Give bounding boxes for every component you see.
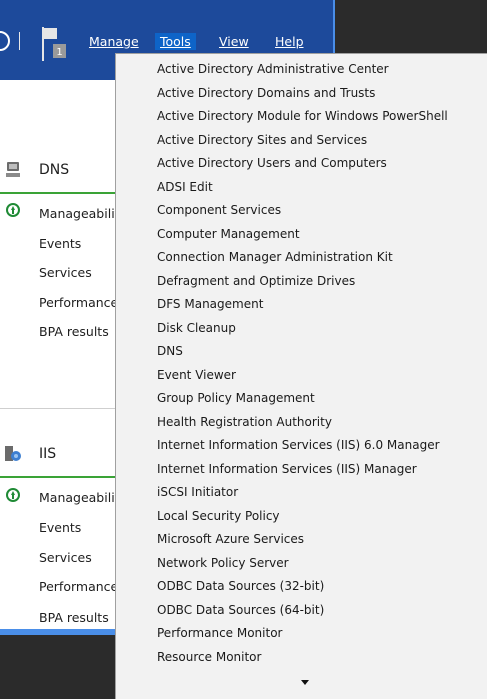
tool-odbc-32[interactable]: ODBC Data Sources (32-bit) <box>157 575 324 599</box>
iis-row-manageability[interactable]: Manageability <box>39 490 127 505</box>
tool-adsi-edit[interactable]: ADSI Edit <box>157 176 213 200</box>
notifications-flag-icon[interactable]: 1 <box>41 27 67 61</box>
tool-network-policy-server[interactable]: Network Policy Server <box>157 552 289 576</box>
iis-server-icon <box>5 446 21 461</box>
tool-ad-domains-trusts[interactable]: Active Directory Domains and Trusts <box>157 82 375 106</box>
tool-iis6-manager[interactable]: Internet Information Services (IIS) 6.0 … <box>157 434 440 458</box>
dns-row-services[interactable]: Services <box>39 265 92 280</box>
toolbar-separator <box>19 32 20 50</box>
iis-row-services[interactable]: Services <box>39 550 92 565</box>
tool-azure-services[interactable]: Microsoft Azure Services <box>157 528 304 552</box>
tool-ad-sites-services[interactable]: Active Directory Sites and Services <box>157 129 367 153</box>
iis-status-rule <box>0 476 118 478</box>
notifications-count: 1 <box>56 47 62 58</box>
tool-odbc-64[interactable]: ODBC Data Sources (64-bit) <box>157 599 324 623</box>
refresh-icon[interactable] <box>0 31 10 51</box>
tool-component-services[interactable]: Component Services <box>157 199 281 223</box>
manageability-ok-icon <box>6 488 20 502</box>
tool-health-registration[interactable]: Health Registration Authority <box>157 411 332 435</box>
tile-divider <box>0 408 118 409</box>
menu-help[interactable]: Help <box>275 33 304 50</box>
tool-iscsi-initiator[interactable]: iSCSI Initiator <box>157 481 238 505</box>
iis-row-events[interactable]: Events <box>39 520 81 535</box>
tile-title-iis[interactable]: IIS <box>39 446 56 462</box>
tools-dropdown-menu: Active Directory Administrative Center A… <box>115 53 487 699</box>
iis-row-bpa-results[interactable]: BPA results <box>39 610 109 625</box>
dns-row-events[interactable]: Events <box>39 236 81 251</box>
tool-ad-users-computers[interactable]: Active Directory Users and Computers <box>157 152 387 176</box>
dns-row-performance[interactable]: Performance <box>39 295 118 310</box>
tool-iis-manager[interactable]: Internet Information Services (IIS) Mana… <box>157 458 417 482</box>
tool-resource-monitor[interactable]: Resource Monitor <box>157 646 261 670</box>
tool-local-security-policy[interactable]: Local Security Policy <box>157 505 280 529</box>
tool-performance-monitor[interactable]: Performance Monitor <box>157 622 282 646</box>
tool-ad-powershell-module[interactable]: Active Directory Module for Windows Powe… <box>157 105 448 129</box>
tool-group-policy[interactable]: Group Policy Management <box>157 387 315 411</box>
tool-dns[interactable]: DNS <box>157 340 183 364</box>
menu-manage[interactable]: Manage <box>89 33 139 50</box>
tool-ad-admin-center[interactable]: Active Directory Administrative Center <box>157 58 389 82</box>
dns-row-manageability[interactable]: Manageability <box>39 206 127 221</box>
iis-row-performance[interactable]: Performance <box>39 579 118 594</box>
tool-disk-cleanup[interactable]: Disk Cleanup <box>157 317 236 341</box>
menu-tools[interactable]: Tools <box>155 33 196 50</box>
tool-dfs-management[interactable]: DFS Management <box>157 293 263 317</box>
dns-status-rule <box>0 192 118 194</box>
dns-row-bpa-results[interactable]: BPA results <box>39 324 109 339</box>
dns-server-icon <box>6 162 20 177</box>
manageability-ok-icon <box>6 203 20 217</box>
tool-defragment-drives[interactable]: Defragment and Optimize Drives <box>157 270 355 294</box>
tile-title-dns[interactable]: DNS <box>39 162 69 178</box>
tool-cmak[interactable]: Connection Manager Administration Kit <box>157 246 393 270</box>
scroll-down-arrow-icon[interactable] <box>301 680 309 685</box>
tool-computer-management[interactable]: Computer Management <box>157 223 300 247</box>
tool-event-viewer[interactable]: Event Viewer <box>157 364 236 388</box>
menu-view[interactable]: View <box>219 33 249 50</box>
